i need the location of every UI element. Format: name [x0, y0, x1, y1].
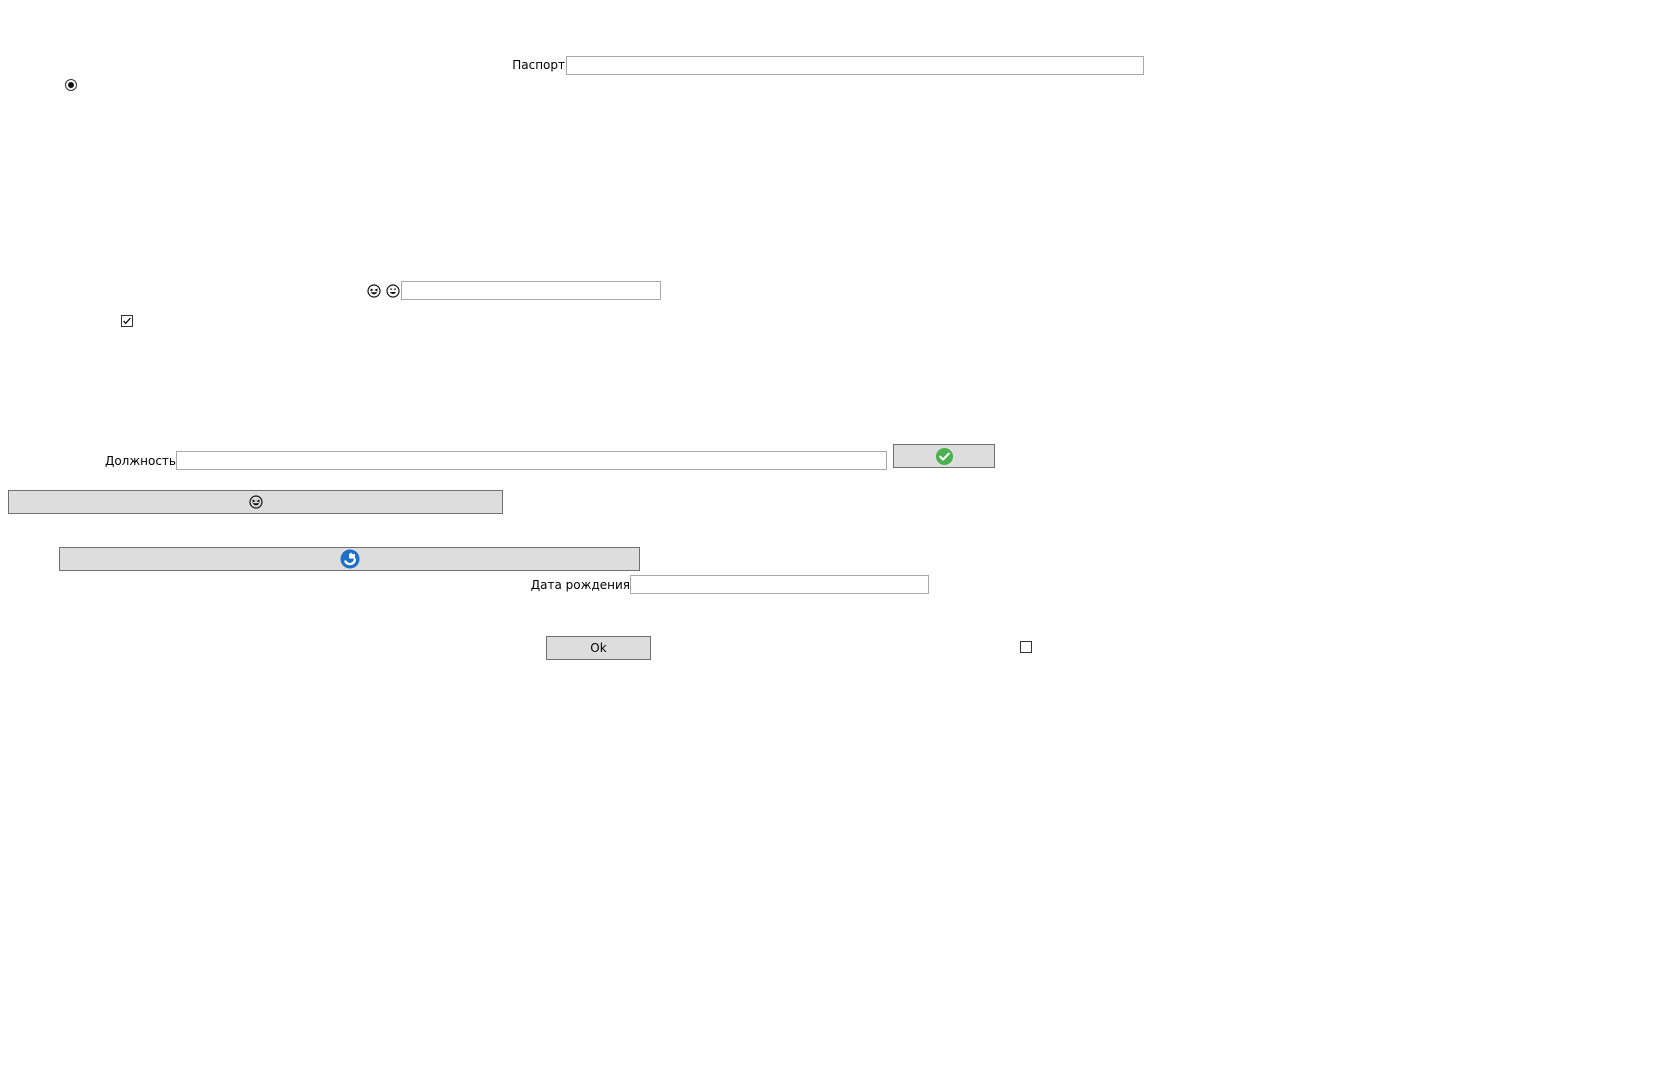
- passport-label: Паспорт: [512, 58, 565, 72]
- grinning-squint-face-icon: [248, 495, 263, 509]
- emoji-button[interactable]: [8, 490, 503, 514]
- checkbox-checked[interactable]: [121, 315, 133, 327]
- position-input[interactable]: [176, 451, 887, 470]
- checkmark-icon: [123, 317, 131, 325]
- checkbox-unchecked[interactable]: [1020, 641, 1032, 653]
- position-label: Должность: [104, 454, 176, 468]
- smiling-face-icon: [386, 284, 400, 298]
- refresh-button[interactable]: [59, 547, 640, 571]
- radio-button[interactable]: [65, 79, 77, 91]
- grinning-squint-face-icon: [367, 284, 381, 298]
- green-check-circle-icon: [935, 447, 953, 465]
- ok-button[interactable]: Ok: [546, 636, 651, 660]
- passport-input[interactable]: [566, 56, 1144, 75]
- blue-refresh-circle-icon: [340, 549, 359, 569]
- emoji-input[interactable]: [401, 281, 661, 300]
- birthdate-input[interactable]: [630, 575, 929, 594]
- birthdate-label: Дата рождения: [530, 578, 630, 592]
- ok-button-label: Ok: [590, 641, 607, 655]
- confirm-button[interactable]: [893, 444, 995, 468]
